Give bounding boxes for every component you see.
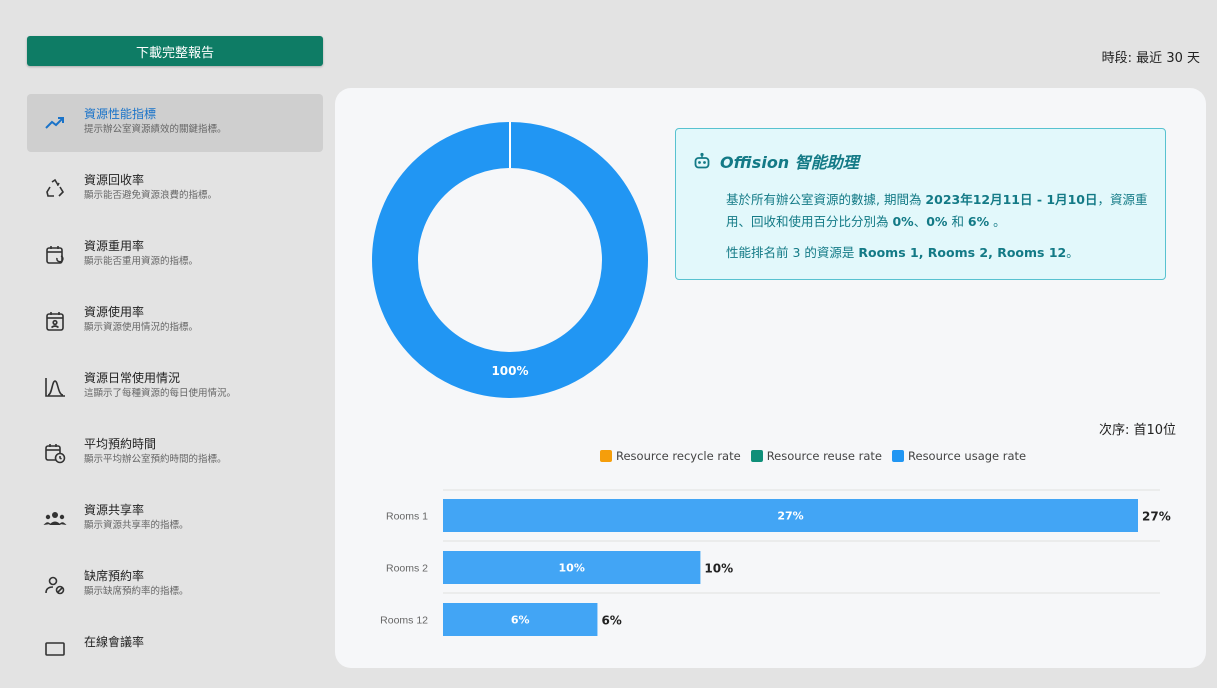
legend-label: Resource reuse rate — [766, 449, 883, 463]
sidebar-item-desc: 顯示能否避免資源浪費的指標。 — [84, 190, 218, 201]
sidebar-item[interactable]: 資源使用率顯示資源使用情況的指標。 — [27, 292, 323, 350]
period-label: 時段: 最近 30 天 — [1101, 51, 1200, 66]
sidebar-item[interactable]: 缺席預約率顯示缺席預約率的指標。 — [27, 556, 323, 614]
bar-value-label: 27% — [1142, 510, 1171, 524]
legend-label: Resource recycle rate — [616, 449, 741, 463]
sidebar-item-desc: 顯示資源使用情況的指標。 — [84, 322, 199, 333]
sidebar-item-desc: 顯示平均辦公室預約時間的指標。 — [84, 454, 227, 465]
donut-chart: 100% — [372, 122, 648, 398]
order-selector[interactable]: 次序: 首10位 — [1099, 419, 1176, 438]
sidebar-item-text: 資源日常使用情況這顯示了每種資源的每日使用情況。 — [84, 371, 236, 401]
legend-swatch — [750, 450, 763, 462]
bar-inner-label: 10% — [559, 562, 585, 575]
sidebar: 資源性能指標提示辦公室資源績效的關鍵指標。 資源回收率顯示能否避免資源浪費的指標。… — [27, 94, 323, 688]
sidebar-item-text: 資源使用率顯示資源使用情況的指標。 — [84, 305, 198, 335]
bar-value-label: 10% — [704, 562, 733, 576]
sidebar-item[interactable]: 資源性能指標提示辦公室資源績效的關鍵指標。 — [27, 94, 323, 152]
assistant-top-resources: 性能排名前 3 的資源是 Rooms 1, Rooms 2, Rooms 12。 — [726, 245, 1079, 260]
assistant-summary: 基於所有辦公室資源的數據, 期間為 2023年12月11日 - 1月10日，資源… — [726, 192, 1148, 229]
monitor-icon — [42, 638, 68, 664]
robot-icon — [694, 152, 710, 169]
sidebar-item-text: 資源共享率顯示資源共享率的指標。 — [84, 503, 189, 533]
sidebar-item-title: 資源重用率 — [84, 239, 145, 253]
calendar-user-icon — [42, 308, 68, 334]
sidebar-item-desc: 顯示資源共享率的指標。 — [84, 520, 189, 531]
donut-slice[interactable] — [372, 122, 648, 398]
group-icon — [42, 506, 68, 532]
trending-up-icon — [42, 110, 68, 136]
legend-item-reuse[interactable]: Resource reuse rate — [750, 449, 883, 463]
sidebar-item-desc: 顯示能否重用資源的指標。 — [84, 256, 199, 267]
sidebar-item-text: 資源性能指標提示辦公室資源績效的關鍵指標。 — [84, 107, 227, 137]
sidebar-item[interactable]: 資源共享率顯示資源共享率的指標。 — [27, 490, 323, 548]
bar-value-label: 6% — [601, 614, 621, 628]
sidebar-item-text: 資源回收率顯示能否避免資源浪費的指標。 — [84, 173, 217, 203]
bar-chart: Rooms 1 27% 27% Rooms 2 10% 10% Rooms 12 6% 6% — [380, 489, 1171, 636]
assistant-panel: Offision 智能助理 基於所有辦公室資源的數據, 期間為 2023年12月… — [675, 128, 1166, 280]
sidebar-item-text: 資源重用率顯示能否重用資源的指標。 — [84, 239, 198, 269]
bell-curve-icon — [42, 374, 68, 400]
legend-swatch — [600, 450, 612, 462]
sidebar-item-text: 缺席預約率顯示缺席預約率的指標。 — [84, 569, 189, 599]
sidebar-item-desc: 顯示缺席預約率的指標。 — [84, 586, 189, 597]
bar-inner-label: 6% — [511, 614, 530, 627]
legend-item-usage[interactable]: Resource usage rate — [892, 449, 1026, 463]
main-panel: 100% Offision 智能助理 基於所有辦公室資源的數據, 期間為 202… — [335, 88, 1206, 668]
sidebar-item-title: 資源性能指標 — [84, 107, 157, 121]
legend-label: Resource usage rate — [908, 449, 1027, 463]
download-report-button[interactable]: 下載完整報告 — [27, 36, 323, 66]
category-label: Rooms 1 — [386, 511, 428, 523]
chart-legend: Resource recycle rate Resource reuse rat… — [600, 449, 1036, 463]
sidebar-item[interactable]: 資源日常使用情況這顯示了每種資源的每日使用情況。 — [27, 358, 323, 416]
sidebar-item-text: 在線會議率 — [84, 635, 144, 651]
sidebar-item[interactable]: 平均預約時間顯示平均辦公室預約時間的指標。 — [27, 424, 323, 482]
calendar-clock-icon — [42, 440, 68, 466]
sidebar-item-title: 在線會議率 — [84, 635, 145, 649]
sidebar-item-text: 平均預約時間顯示平均辦公室預約時間的指標。 — [84, 437, 227, 467]
sidebar-item-title: 資源回收率 — [84, 173, 145, 187]
sidebar-item-title: 缺席預約率 — [84, 569, 145, 583]
sidebar-item-title: 平均預約時間 — [84, 437, 157, 451]
legend-item-recycle[interactable]: Resource recycle rate — [600, 449, 741, 463]
category-label: Rooms 12 — [380, 615, 428, 627]
sidebar-item-title: 資源使用率 — [84, 305, 145, 319]
bar-inner-label: 27% — [777, 510, 803, 523]
donut-data-label: 100% — [491, 364, 528, 378]
sidebar-item-title: 資源日常使用情況 — [84, 371, 181, 385]
sidebar-item[interactable]: 資源回收率顯示能否避免資源浪費的指標。 — [27, 160, 323, 218]
user-block-icon — [42, 572, 68, 598]
sidebar-item-desc: 提示辦公室資源績效的關鍵指標。 — [84, 124, 227, 135]
assistant-title: Offision 智能助理 — [720, 153, 859, 172]
sidebar-item[interactable]: 在線會議率 — [27, 622, 323, 680]
sidebar-item-desc: 這顯示了每種資源的每日使用情況。 — [84, 388, 237, 399]
calendar-reuse-icon — [42, 242, 68, 268]
legend-swatch — [892, 450, 905, 462]
recycle-icon — [42, 176, 68, 202]
sidebar-item[interactable]: 資源重用率顯示能否重用資源的指標。 — [27, 226, 323, 284]
sidebar-item-title: 資源共享率 — [84, 503, 145, 517]
category-label: Rooms 2 — [386, 563, 428, 575]
